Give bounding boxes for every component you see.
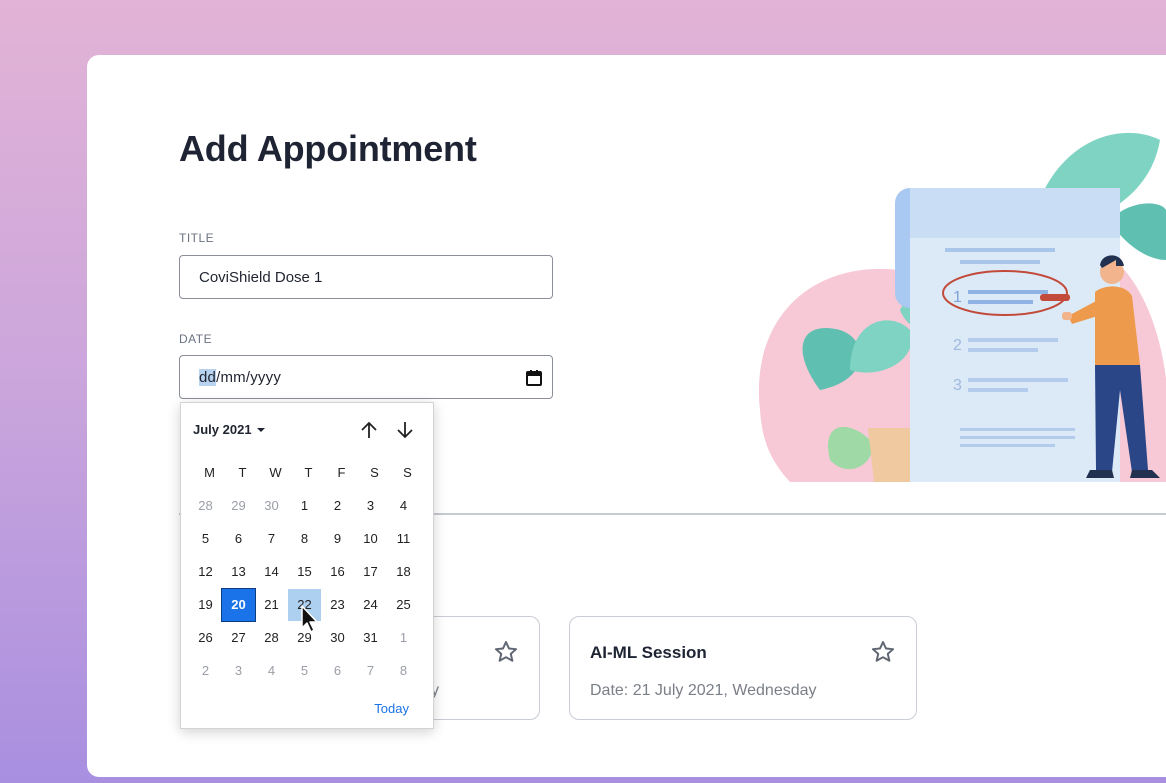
calendar-day[interactable]: 26 (189, 622, 222, 654)
calendar-day[interactable]: 4 (387, 490, 420, 522)
calendar-day[interactable]: 10 (354, 523, 387, 555)
calendar-day[interactable]: 25 (387, 589, 420, 621)
calendar-day[interactable]: 21 (255, 589, 288, 621)
calendar-day[interactable]: 2 (321, 490, 354, 522)
calendar-day[interactable]: 24 (354, 589, 387, 621)
calendar-day[interactable]: 6 (321, 655, 354, 687)
date-input[interactable]: dd/mm/yyyy (179, 355, 553, 399)
star-icon[interactable] (870, 639, 896, 665)
calendar-day[interactable]: 27 (222, 622, 255, 654)
appointment-illustration: 1 2 3 (758, 132, 1166, 482)
weekday-label: T (238, 465, 247, 480)
calendar-day[interactable]: 7 (354, 655, 387, 687)
weekday-label: T (304, 465, 313, 480)
calendar-day[interactable]: 17 (354, 556, 387, 588)
today-button[interactable]: Today (374, 701, 409, 716)
title-input[interactable]: CoviShield Dose 1 (179, 255, 553, 299)
title-field-label: TITLE (179, 231, 215, 245)
star-icon[interactable] (493, 639, 519, 665)
weekday-label: S (403, 465, 412, 480)
calendar-day[interactable]: 28 (255, 622, 288, 654)
arrow-down-icon[interactable] (394, 419, 416, 441)
calendar-day[interactable]: 11 (387, 523, 420, 555)
date-field-label: DATE (179, 332, 213, 346)
title-input-value: CoviShield Dose 1 (199, 268, 323, 286)
calendar-day[interactable]: 31 (354, 622, 387, 654)
calendar-day[interactable]: 16 (321, 556, 354, 588)
calendar-day[interactable]: 8 (387, 655, 420, 687)
calendar-day[interactable]: 14 (255, 556, 288, 588)
calendar-day[interactable]: 1 (288, 490, 321, 522)
calendar-icon[interactable] (525, 369, 543, 387)
cursor-icon (301, 605, 318, 633)
appointment-title: AI-ML Session (590, 643, 707, 662)
calendar-day[interactable]: 4 (255, 655, 288, 687)
calendar-day[interactable]: 6 (222, 523, 255, 555)
appointment-date: Date: 21 July 2021, Wednesday (590, 682, 817, 699)
datepicker-popup: July 2021 MTWTFSS 28 29 30 1 2 3 4 5 6 7 8 9 10 11 12 1… (180, 402, 434, 729)
weekday-label: F (337, 465, 346, 480)
weekday-label: M (204, 465, 215, 480)
calendar-day[interactable]: 2 (189, 655, 222, 687)
date-month-year-segment[interactable]: /mm/yyyy (216, 369, 281, 386)
calendar-day[interactable]: 30 (255, 490, 288, 522)
calendar-day[interactable]: 8 (288, 523, 321, 555)
appointment-card[interactable]: AI-ML Session Date: 21 July 2021, Wednes… (569, 616, 917, 720)
calendar-day[interactable]: 18 (387, 556, 420, 588)
calendar-day[interactable]: 23 (321, 589, 354, 621)
calendar-day[interactable]: 29 (222, 490, 255, 522)
calendar-day[interactable]: 28 (189, 490, 222, 522)
calendar-day[interactable]: 3 (222, 655, 255, 687)
arrow-up-icon[interactable] (358, 419, 380, 441)
calendar-day[interactable]: 30 (321, 622, 354, 654)
calendar-day[interactable]: 20 (221, 588, 256, 622)
calendar-day[interactable]: 3 (354, 490, 387, 522)
date-day-segment[interactable]: dd (199, 368, 217, 386)
calendar-day[interactable]: 12 (189, 556, 222, 588)
calendar-day[interactable]: 5 (189, 523, 222, 555)
calendar-day[interactable]: 13 (222, 556, 255, 588)
month-year-selector[interactable]: July 2021 (193, 422, 266, 437)
calendar-day[interactable]: 15 (288, 556, 321, 588)
date-input-value: dd/mm/yyyy (199, 368, 281, 386)
weekday-label: W (269, 465, 282, 480)
svg-text:3: 3 (953, 377, 962, 394)
chevron-down-icon (256, 427, 265, 432)
calendar-day[interactable]: 5 (288, 655, 321, 687)
calendar-day[interactable]: 19 (189, 589, 222, 621)
svg-text:1: 1 (953, 289, 962, 306)
calendar-day[interactable]: 1 (387, 622, 420, 654)
svg-text:2: 2 (953, 337, 962, 354)
calendar-day[interactable]: 7 (255, 523, 288, 555)
month-year-label: July 2021 (193, 422, 252, 437)
page-title: Add Appointment (179, 128, 477, 169)
weekday-label: S (370, 465, 379, 480)
calendar-day[interactable]: 9 (321, 523, 354, 555)
